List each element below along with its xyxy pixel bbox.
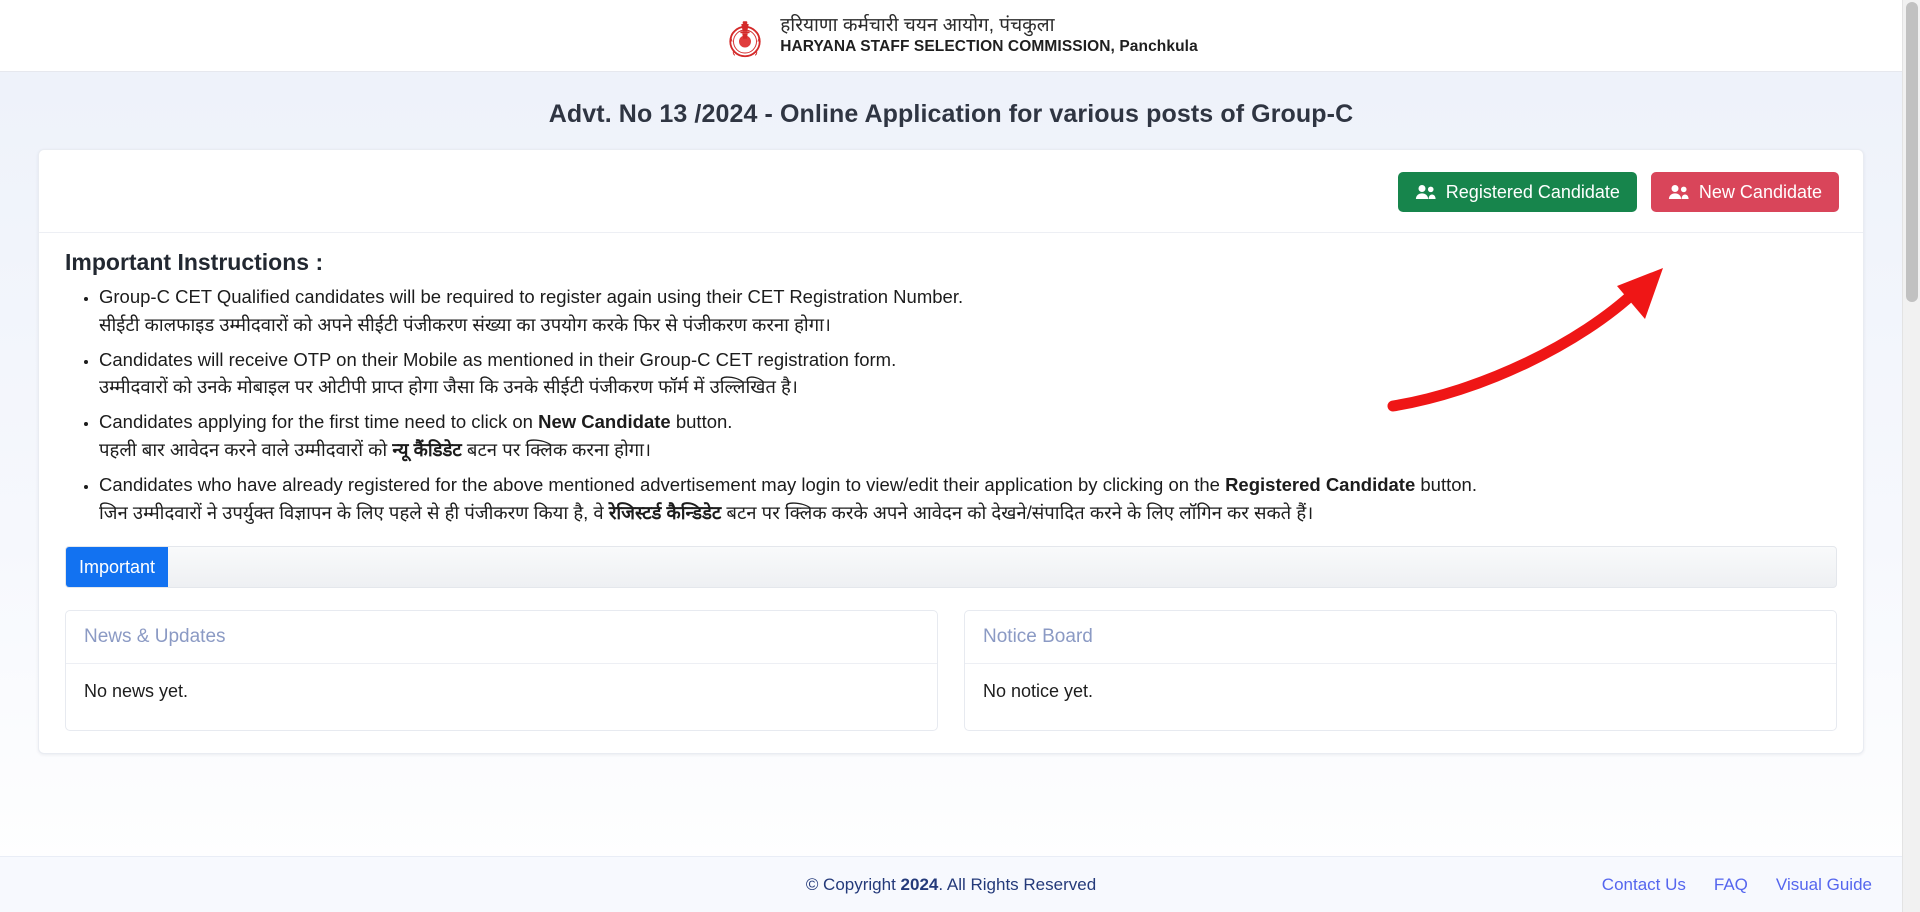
news-updates-title: News & Updates [66, 611, 937, 665]
brand-title-english: HARYANA STAFF SELECTION COMMISSION, Panc… [780, 37, 1198, 55]
vertical-scrollbar[interactable] [1902, 0, 1920, 912]
scrollbar-thumb[interactable] [1906, 2, 1918, 302]
instructions-list: Group-C CET Qualified candidates will be… [65, 284, 1837, 526]
instruction-english: Candidates who have already registered f… [99, 473, 1477, 495]
list-item: Candidates will receive OTP on their Mob… [99, 347, 1837, 402]
list-item: Group-C CET Qualified candidates will be… [99, 284, 1837, 339]
haryana-government-emblem-icon [722, 13, 768, 59]
instruction-hindi: पहली बार आवेदन करने वाले उम्मीदवारों को … [99, 438, 651, 460]
footer-link-contact-us[interactable]: Contact Us [1602, 875, 1686, 895]
info-panels: News & Updates No news yet. Notice Board… [65, 610, 1837, 732]
brand-title-hindi: हरियाणा कर्मचारी चयन आयोग, पंचकुला [780, 15, 1055, 37]
notice-board-body: No notice yet. [983, 681, 1094, 702]
instruction-hindi: जिन उम्मीदवारों ने उपर्युक्त विज्ञापन के… [99, 501, 1314, 523]
important-instructions-section: Important Instructions : Group-C CET Qua… [39, 233, 1863, 526]
page-body: Advt. No 13 /2024 - Online Application f… [0, 72, 1902, 912]
news-updates-panel: News & Updates No news yet. [65, 610, 938, 732]
page-title: Advt. No 13 /2024 - Online Application f… [548, 100, 1354, 128]
new-candidate-label: New Candidate [1698, 182, 1822, 202]
brand-block: हरियाणा कर्मचारी चयन आयोग, पंचकुला HARYA… [722, 13, 1198, 59]
registered-candidate-label: Registered Candidate [1445, 182, 1620, 202]
tab-strip: Important [65, 546, 1837, 589]
list-item: Candidates applying for the first time n… [99, 409, 1837, 464]
users-icon [1415, 184, 1436, 200]
registered-candidate-button[interactable]: Registered Candidate [1397, 172, 1637, 212]
footer-link-visual-guide[interactable]: Visual Guide [1776, 875, 1872, 895]
instruction-english: Candidates applying for the first time n… [99, 411, 733, 433]
site-header: हरियाणा कर्मचारी चयन आयोग, पंचकुला HARYA… [0, 0, 1920, 72]
instruction-english: Candidates will receive OTP on their Mob… [99, 348, 897, 370]
new-candidate-button[interactable]: New Candidate [1650, 172, 1839, 212]
instruction-hindi: उम्मीदवारों को उनके मोबाइल पर ओटीपी प्रा… [99, 376, 798, 398]
news-updates-body: No news yet. [84, 681, 189, 702]
instruction-english: Group-C CET Qualified candidates will be… [99, 286, 964, 307]
instruction-hindi: सीईटी कालफाइड उम्मीदवारों को अपने सीईटी … [99, 313, 831, 335]
users-icon [1668, 184, 1689, 200]
notice-board-title: Notice Board [965, 611, 1836, 665]
main-card: Registered Candidate New Candidate Impor… [38, 149, 1864, 755]
card-header: Registered Candidate New Candidate [39, 150, 1863, 233]
brand-text: हरियाणा कर्मचारी चयन आयोग, पंचकुला HARYA… [780, 15, 1198, 56]
instructions-heading: Important Instructions : [65, 249, 324, 275]
footer-links: Contact Us FAQ Visual Guide [1602, 875, 1872, 895]
list-item: Candidates who have already registered f… [99, 472, 1837, 527]
footer-link-faq[interactable]: FAQ [1714, 875, 1748, 895]
site-footer: © Copyright 2024. All Rights Reserved Co… [0, 856, 1902, 912]
notice-board-panel: Notice Board No notice yet. [964, 610, 1837, 732]
tab-important[interactable]: Important [66, 547, 169, 588]
